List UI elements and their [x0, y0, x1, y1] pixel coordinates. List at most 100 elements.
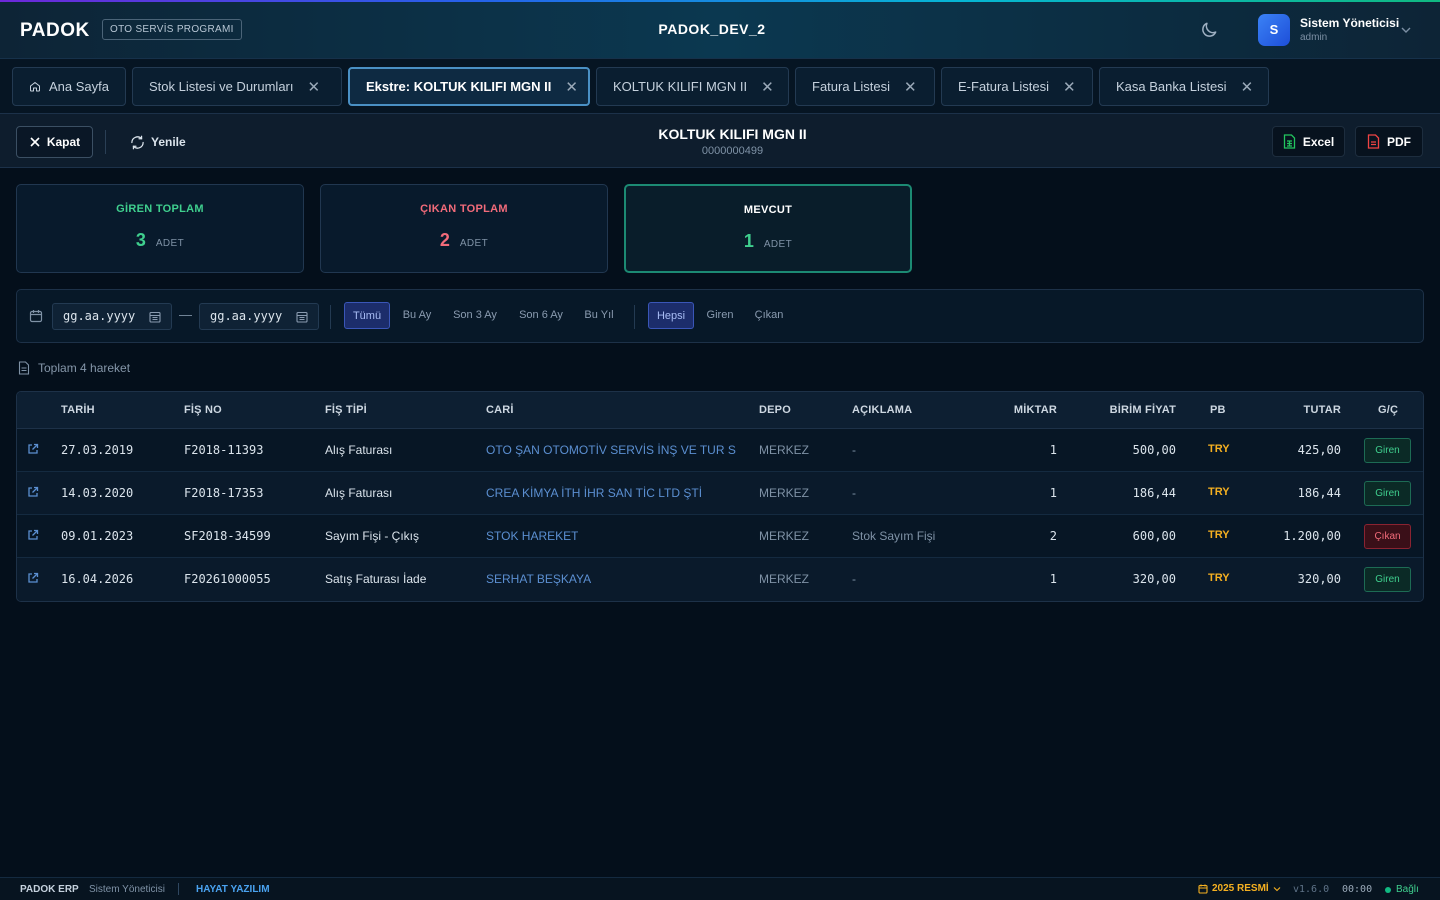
connection-status: Bağlı [1385, 884, 1419, 895]
column-header-unit-price[interactable]: BİRİM FİYAT [1077, 404, 1176, 416]
table-row[interactable]: 09.01.2023 SF2018-34599 Sayım Fişi - Çık… [17, 515, 1423, 558]
close-icon[interactable]: ✕ [1063, 78, 1076, 96]
column-header-doc-type[interactable]: FİŞ TİPİ [325, 404, 367, 416]
excel-file-icon [1283, 134, 1295, 149]
excel-button-label: Excel [1302, 134, 1335, 149]
external-link-icon[interactable] [27, 443, 39, 455]
close-icon[interactable]: ✕ [565, 78, 578, 96]
product-code: 0000000499 [701, 145, 764, 157]
external-link-icon[interactable] [27, 486, 39, 498]
divider [178, 883, 179, 895]
currency-cell: TRY [1208, 443, 1230, 455]
period-this-month-button[interactable]: Bu Ay [397, 302, 437, 329]
column-header-account[interactable]: CARİ [486, 404, 514, 416]
total-out-label: ÇIKAN TOPLAM [420, 203, 508, 215]
start-date-input[interactable]: gg.aa.yyyy [52, 303, 172, 330]
column-header-direction[interactable]: G/Ç [1378, 404, 1398, 416]
total-in-number: 3 [135, 230, 146, 250]
currency-cell: TRY [1208, 486, 1230, 498]
description-cell: - [852, 572, 856, 586]
end-date-input[interactable]: gg.aa.yyyy [199, 303, 319, 330]
calendar-icon[interactable] [149, 311, 161, 323]
close-icon[interactable]: ✕ [904, 78, 917, 96]
type-in-button[interactable]: Giren [701, 302, 739, 329]
current-stock-label: MEVCUT [743, 204, 793, 216]
account-link[interactable]: STOK HAREKET [486, 529, 578, 543]
pdf-button-label: PDF [1387, 134, 1411, 149]
period-all-button[interactable]: Tümü [344, 302, 390, 329]
table-row[interactable]: 16.04.2026 F20261000055 Satış Faturası İ… [17, 558, 1423, 601]
doc-no-cell: SF2018-34599 [184, 529, 271, 543]
footer-company[interactable]: HAYAT YAZILIM [196, 884, 270, 895]
end-date-placeholder: gg.aa.yyyy [210, 309, 283, 323]
close-icon[interactable]: ✕ [308, 78, 321, 96]
depot-cell: MERKEZ [759, 529, 810, 543]
depot-cell: MERKEZ [759, 443, 810, 457]
external-link-icon[interactable] [27, 529, 39, 541]
tab-product[interactable]: KOLTUK KILIFI MGN II ✕ [596, 67, 789, 106]
total-cell: 1.200,00 [1283, 529, 1341, 543]
external-link-icon[interactable] [27, 572, 39, 584]
depot-cell: MERKEZ [759, 572, 810, 586]
date-cell: 14.03.2020 [61, 486, 134, 500]
doc-type-cell: Alış Faturası [325, 443, 393, 457]
tab-home[interactable]: Ana Sayfa [12, 67, 126, 106]
close-icon[interactable]: ✕ [1241, 78, 1254, 96]
column-header-depot[interactable]: DEPO [759, 404, 791, 416]
doc-no-cell: F2018-11393 [184, 443, 264, 457]
doc-type-cell: Sayım Fişi - Çıkış [325, 529, 420, 543]
moon-icon[interactable] [1199, 20, 1219, 40]
currency-cell: TRY [1208, 572, 1230, 584]
currency-cell: TRY [1208, 529, 1230, 541]
table-row[interactable]: 14.03.2020 F2018-17353 Alış Faturası CRE… [17, 472, 1423, 515]
tab-stock-list[interactable]: Stok Listesi ve Durumları ✕ [132, 67, 342, 106]
calendar-icon[interactable] [296, 311, 308, 323]
close-icon[interactable]: ✕ [761, 78, 774, 96]
period-6-months-button[interactable]: Son 6 Ay [512, 302, 570, 329]
table-row[interactable]: 27.03.2019 F2018-11393 Alış Faturası OTO… [17, 429, 1423, 472]
doc-type-cell: Alış Faturası [325, 486, 393, 500]
pdf-file-icon [1367, 134, 1380, 149]
tab-label: E-Fatura Listesi [958, 79, 1050, 94]
excel-export-button[interactable]: Excel [1272, 126, 1345, 157]
home-icon [30, 82, 40, 92]
avatar[interactable]: S [1258, 14, 1290, 46]
tab-statement[interactable]: Ekstre: KOLTUK KILIFI MGN II ✕ [348, 67, 590, 106]
column-header-quantity[interactable]: MİKTAR [977, 404, 1057, 416]
account-link[interactable]: CREA KİMYA İTH İHR SAN TİC LTD ŞTİ [486, 486, 702, 500]
start-date-placeholder: gg.aa.yyyy [63, 309, 136, 323]
pdf-export-button[interactable]: PDF [1355, 126, 1423, 157]
footer-user: Sistem Yöneticisi [89, 884, 165, 895]
total-cell: 425,00 [1297, 443, 1341, 457]
accent-strip [0, 0, 1440, 2]
total-cell: 186,44 [1297, 486, 1341, 500]
column-header-currency[interactable]: PB [1210, 404, 1226, 416]
user-name[interactable]: Sistem Yöneticisi [1300, 16, 1399, 30]
filter-bar: gg.aa.yyyy — gg.aa.yyyy Tümü Bu Ay Son 3… [16, 289, 1424, 343]
period-this-year-button[interactable]: Bu Yıl [580, 302, 618, 329]
type-all-button[interactable]: Hepsi [648, 302, 694, 329]
fiscal-year-selector[interactable]: 2025 RESMİ [1198, 883, 1281, 894]
type-out-button[interactable]: Çıkan [749, 302, 789, 329]
column-header-doc-no[interactable]: FİŞ NO [184, 404, 222, 416]
total-cell: 320,00 [1297, 572, 1341, 586]
quantity-cell: 2 [1049, 529, 1057, 543]
quantity-cell: 1 [1049, 572, 1057, 586]
statement-toolbar: Kapat Yenile KOLTUK KILIFI MGN II 000000… [0, 113, 1440, 168]
record-count-text: Toplam 4 hareket [38, 361, 131, 375]
tab-label: Ekstre: KOLTUK KILIFI MGN II [366, 79, 552, 94]
column-header-description[interactable]: AÇIKLAMA [852, 404, 912, 416]
divider [330, 305, 331, 329]
record-count: Toplam 4 hareket [18, 361, 130, 375]
tab-cash-bank-list[interactable]: Kasa Banka Listesi ✕ [1099, 67, 1269, 106]
column-header-total[interactable]: TUTAR [1257, 404, 1341, 416]
period-3-months-button[interactable]: Son 3 Ay [447, 302, 503, 329]
calendar-icon [1198, 884, 1208, 894]
tab-invoice-list[interactable]: Fatura Listesi ✕ [795, 67, 935, 106]
account-link[interactable]: OTO ŞAN OTOMOTİV SERVİS İNŞ VE TUR SA... [486, 443, 736, 457]
fiscal-year-label: 2025 RESMİ [1212, 883, 1269, 894]
column-header-date[interactable]: TARİH [61, 404, 95, 416]
account-link[interactable]: SERHAT BEŞKAYA [486, 572, 591, 586]
chevron-down-icon[interactable] [1400, 25, 1412, 35]
tab-einvoice-list[interactable]: E-Fatura Listesi ✕ [941, 67, 1093, 106]
